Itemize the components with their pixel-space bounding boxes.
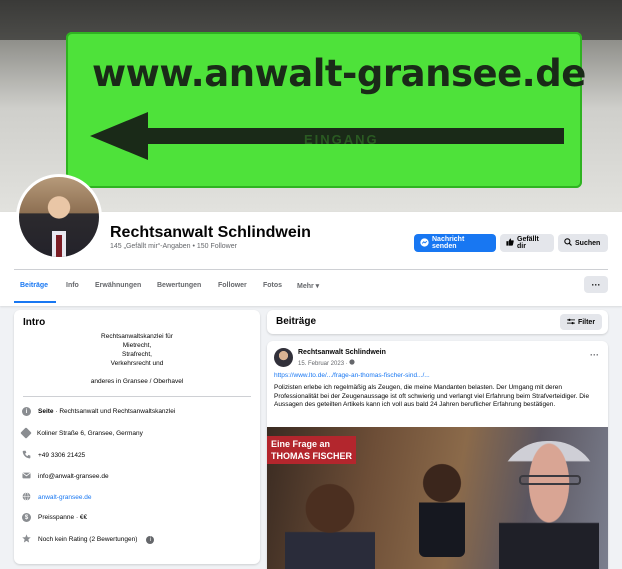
email-text[interactable]: info@anwalt-gransee.de	[38, 473, 109, 480]
image-person-left	[285, 471, 375, 569]
page-stats[interactable]: 145 „Gefällt mir“-Angaben • 150 Follower	[110, 243, 237, 250]
info-address: Koliner Straße 6, Gransee, Germany	[20, 427, 143, 439]
bio-line: Rechtsanwaltskanzlei für	[101, 333, 173, 340]
info-price: $ Preisspanne · €€	[22, 513, 87, 522]
page-label: Seite	[38, 408, 54, 415]
globe-icon	[22, 492, 31, 503]
info-rating: Noch kein Rating (2 Bewertungen) i	[22, 534, 155, 545]
bio-line: Strafrecht,	[122, 351, 152, 358]
info-phone: +49 3306 21425	[22, 450, 85, 461]
posts-header-card: Beiträge Filter	[267, 310, 608, 334]
post-date-text: 15. Februar 2023 ·	[298, 361, 350, 367]
tab-more[interactable]: Mehr ▾	[297, 282, 319, 290]
post-author-avatar[interactable]	[274, 348, 293, 367]
sign-subtext: EINGANG	[304, 132, 379, 147]
bio-line: Verkehrsrecht und	[110, 360, 164, 367]
tab-posts[interactable]: Beiträge	[20, 282, 48, 289]
tab-info[interactable]: Info	[66, 282, 79, 289]
tab-reviews[interactable]: Bewertungen	[157, 282, 201, 289]
star-icon	[22, 534, 31, 545]
intro-bio: Rechtsanwaltskanzlei für Mietrecht, Stra…	[14, 332, 260, 386]
send-message-button[interactable]: Nachricht senden	[414, 234, 496, 252]
posts-title: Beiträge	[276, 316, 317, 327]
profile-avatar[interactable]	[16, 174, 102, 260]
like-button[interactable]: Gefällt dir	[500, 234, 554, 252]
rating-info-icon[interactable]: i	[146, 535, 155, 544]
bio-line	[14, 368, 260, 377]
address-text: Koliner Straße 6, Gransee, Germany	[37, 429, 143, 437]
post-date[interactable]: 15. Februar 2023 ·	[298, 359, 355, 367]
globe-small-icon	[349, 359, 355, 367]
price-icon: $	[22, 513, 31, 522]
page-category: · Rechtsanwalt und Rechtsanwaltskanzlei	[53, 408, 176, 415]
post-card: Rechtsanwalt Schlindwein 15. Februar 202…	[267, 341, 608, 569]
tab-followers[interactable]: Follower	[218, 282, 247, 289]
email-icon	[22, 471, 31, 482]
search-icon	[564, 238, 572, 248]
image-person-middle	[419, 457, 465, 557]
intro-card: Intro Rechtsanwaltskanzlei für Mietrecht…	[14, 310, 260, 564]
tab-mentions[interactable]: Erwähnungen	[95, 282, 141, 289]
phone-text[interactable]: +49 3306 21425	[38, 452, 85, 459]
bio-line: anderes in Gransee / Oberhavel	[90, 378, 184, 385]
phone-icon	[22, 450, 31, 461]
cover-sign: www.anwalt-gransee.de EINGANG	[66, 32, 586, 188]
like-label: Gefällt dir	[517, 236, 539, 250]
info-page-category: i Seite · Rechtsanwalt und Rechtsanwalts…	[22, 407, 175, 416]
tab-photos[interactable]: Fotos	[263, 282, 282, 289]
messenger-icon	[420, 237, 429, 249]
post-options-button[interactable]: ···	[590, 350, 599, 360]
search-label: Suchen	[575, 239, 601, 247]
image-person-right	[499, 441, 599, 569]
post-text: Polizisten erlebe ich regelmäßig als Zeu…	[274, 384, 590, 409]
send-message-label: Nachricht senden	[432, 236, 465, 250]
rating-text: Noch kein Rating (2 Bewertungen)	[38, 536, 138, 543]
info-email: info@anwalt-gransee.de	[22, 471, 109, 482]
page-title: Rechtsanwalt Schlindwein	[110, 224, 311, 241]
intro-title: Intro	[23, 317, 46, 328]
active-tab-indicator	[14, 301, 56, 303]
info-website: anwalt-gransee.de	[22, 492, 91, 503]
map-pin-icon	[20, 427, 32, 439]
more-options-button[interactable]: ···	[584, 276, 608, 293]
image-glasses	[519, 475, 581, 485]
search-button[interactable]: Suchen	[558, 234, 608, 252]
cover-photo[interactable]: www.anwalt-gransee.de EINGANG	[0, 0, 622, 212]
post-author[interactable]: Rechtsanwalt Schlindwein	[298, 349, 386, 356]
intro-divider	[23, 396, 251, 397]
image-title-line: THOMAS FISCHER	[271, 451, 352, 461]
bio-line: Mietrecht,	[122, 342, 152, 349]
post-image[interactable]: Eine Frage an THOMAS FISCHER	[267, 427, 608, 569]
header-divider	[14, 269, 608, 270]
sign-url-text: www.anwalt-gransee.de	[92, 52, 586, 95]
price-text: Preisspanne · €€	[38, 514, 88, 521]
filter-icon	[566, 318, 575, 327]
filter-button[interactable]: Filter	[560, 314, 602, 330]
website-link[interactable]: anwalt-gransee.de	[38, 494, 91, 501]
image-banner: Eine Frage an THOMAS FISCHER	[267, 436, 356, 464]
image-title-line: Eine Frage an	[271, 439, 331, 449]
info-icon: i	[22, 407, 31, 416]
filter-label: Filter	[577, 318, 596, 326]
post-link[interactable]: https://www.lto.de/.../frage-an-thomas-f…	[274, 372, 430, 379]
avatar-tie	[56, 235, 62, 257]
thumbs-up-icon	[506, 238, 514, 248]
